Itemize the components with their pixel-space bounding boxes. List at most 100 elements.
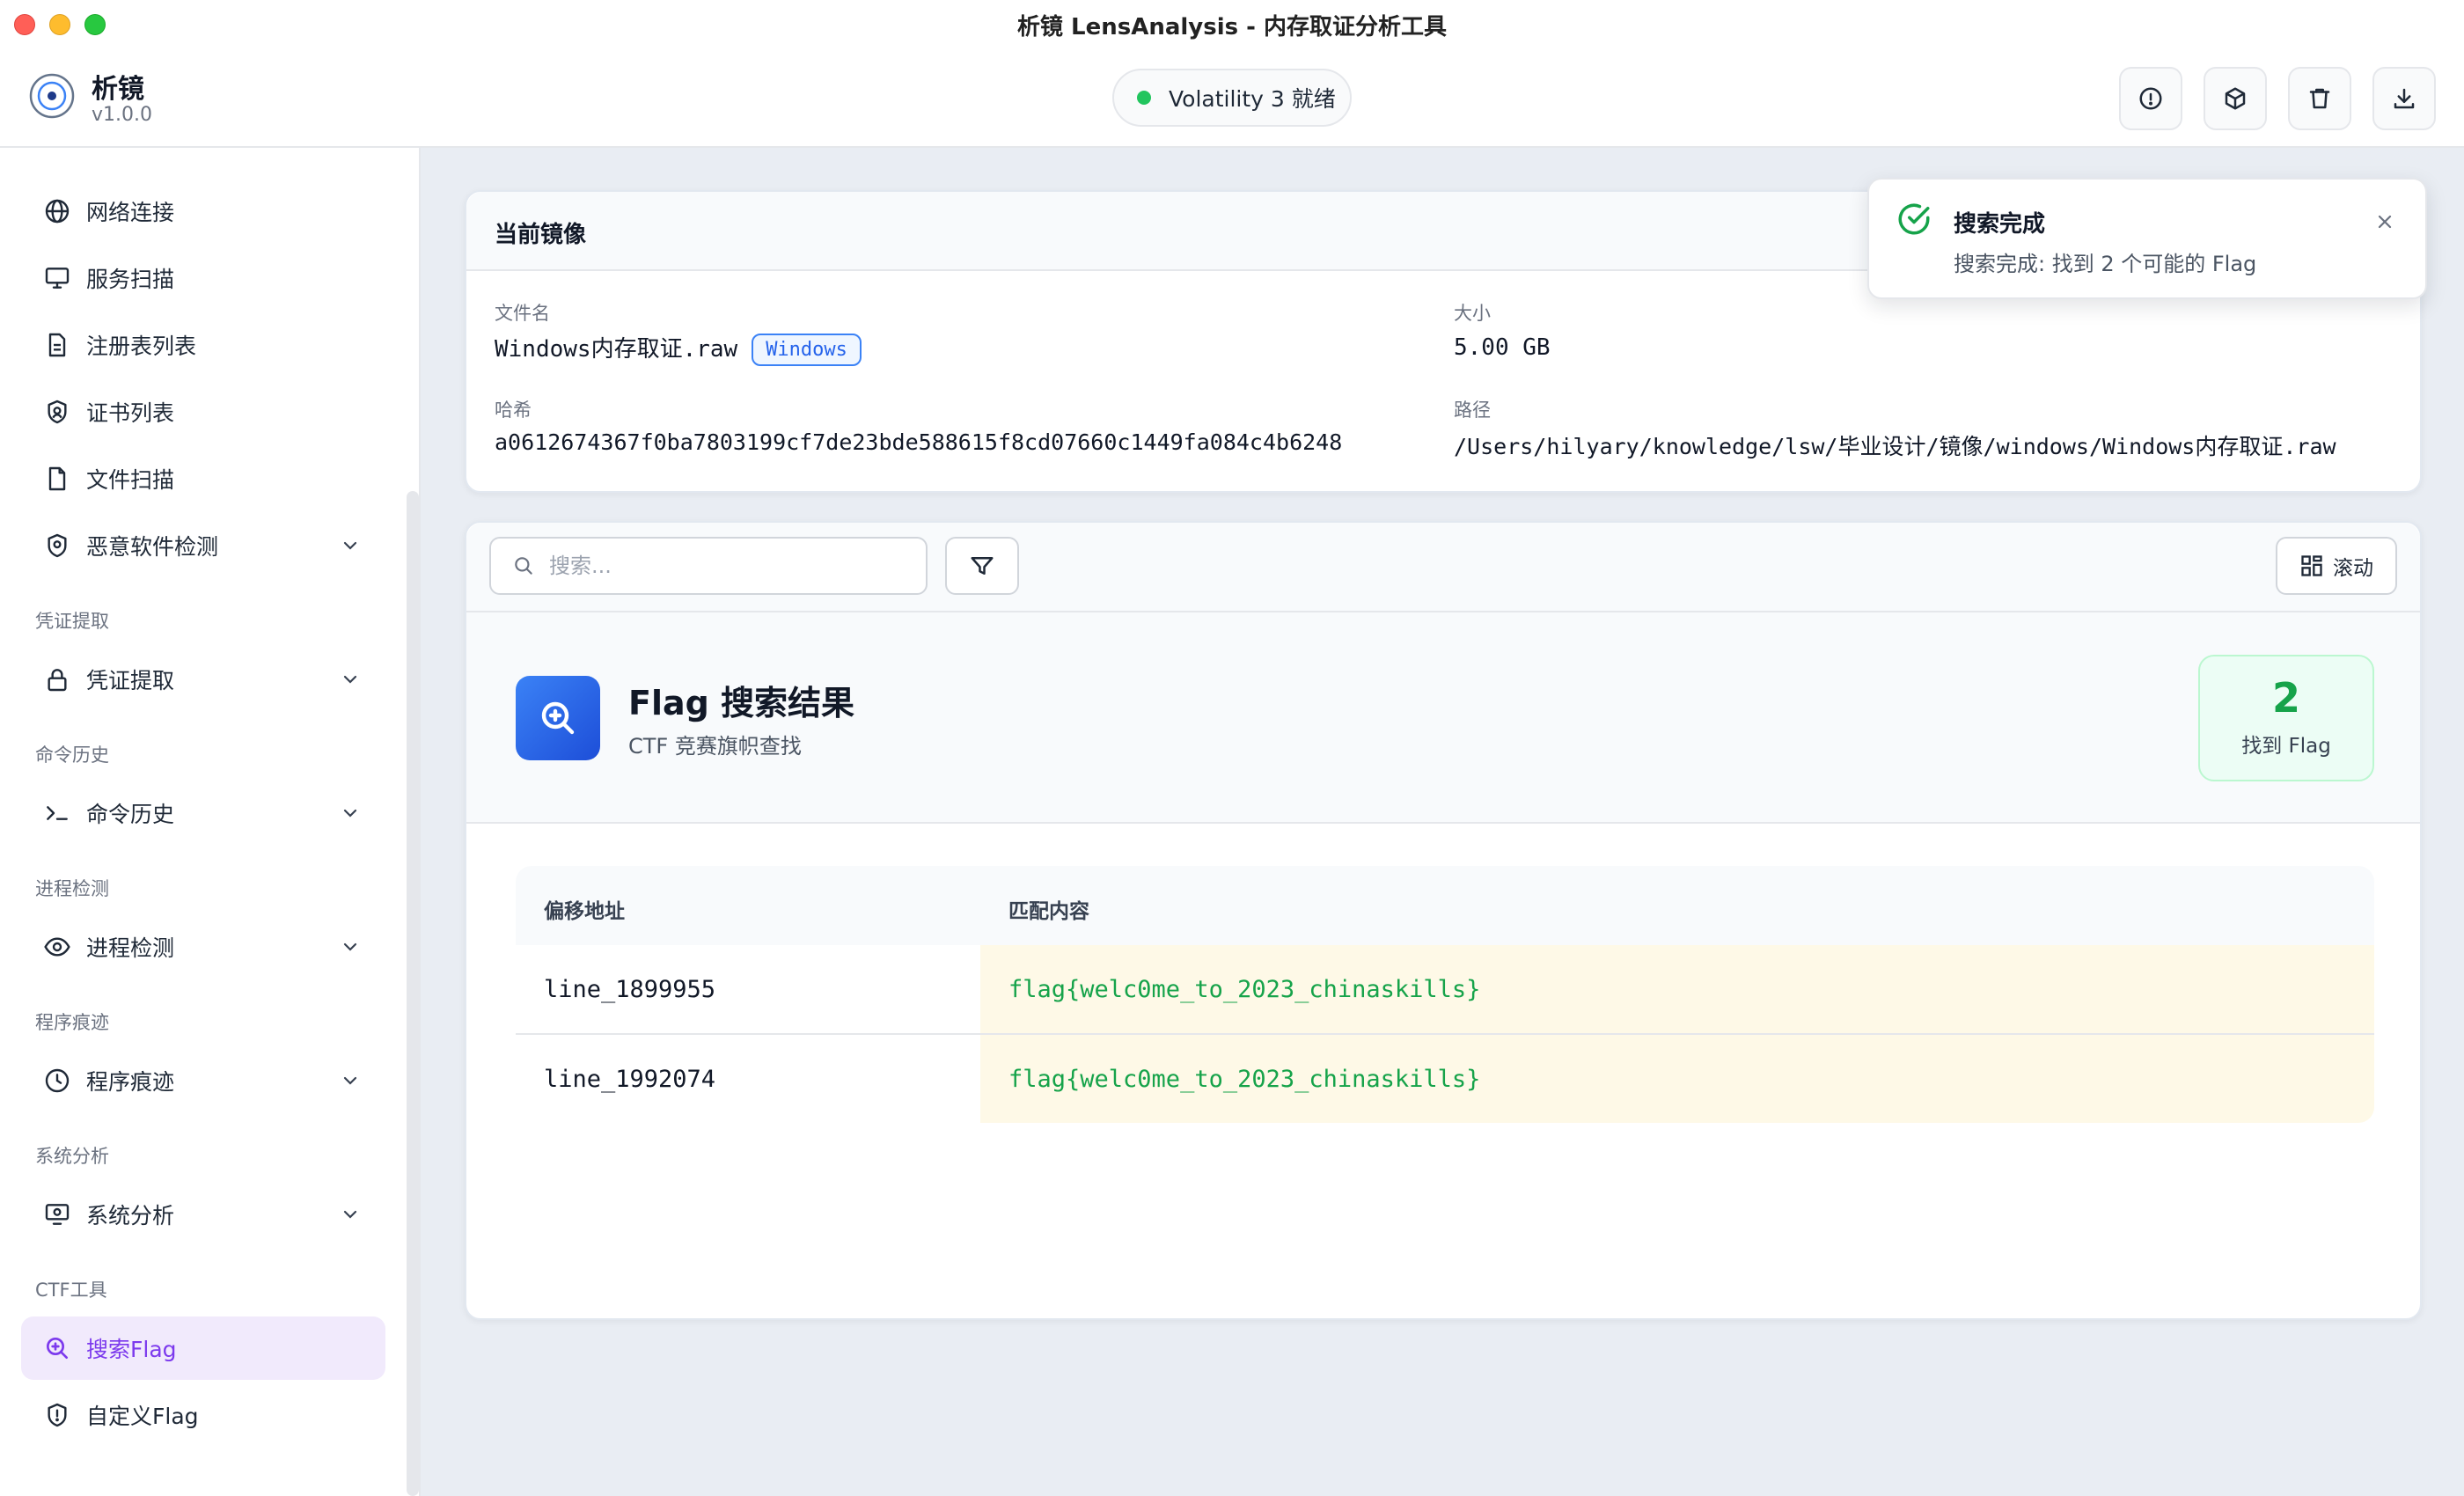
sidebar-item-label: 命令历史 xyxy=(86,802,175,827)
section-title-process: 进程检测 xyxy=(35,878,109,899)
size-label: 大小 xyxy=(1454,303,1491,324)
badge-icon xyxy=(42,397,72,427)
size-value: 5.00 GB xyxy=(1454,334,1551,361)
sidebar-item-credentials[interactable]: 凭证提取 xyxy=(21,648,385,711)
filter-button[interactable] xyxy=(945,537,1019,595)
toast-message: 搜索完成: 找到 2 个可能的 Flag xyxy=(1954,252,2257,276)
shield-icon xyxy=(42,531,72,561)
flag-count-box: 2 找到 Flag xyxy=(2198,655,2374,781)
app-name: 析镜 xyxy=(92,74,144,105)
table-row[interactable]: line_1899955 flag{welc0me_to_2023_chinas… xyxy=(516,945,2374,1033)
file-icon xyxy=(42,464,72,494)
sidebar-item-traces[interactable]: 程序痕迹 xyxy=(21,1049,385,1112)
filename-value: Windows内存取证.raw Windows xyxy=(495,331,862,366)
filename-text: Windows内存取证.raw xyxy=(495,336,738,363)
sidebar-item-label: 文件扫描 xyxy=(86,467,175,493)
package-button[interactable] xyxy=(2204,67,2267,130)
section-title-credentials: 凭证提取 xyxy=(35,611,109,632)
sidebar: 网络连接 服务扫描 注册表列表 证书列表 文件扫描 恶意软件检测 凭证提取 凭证… xyxy=(0,148,421,1496)
monitor-icon xyxy=(42,263,72,293)
path-label: 路径 xyxy=(1454,400,1491,421)
sidebar-item-process[interactable]: 进程检测 xyxy=(21,915,385,979)
sidebar-item-label: 自定义Flag xyxy=(86,1404,199,1429)
flag-results-subtitle: CTF 竞赛旗帜查找 xyxy=(628,734,802,759)
eye-icon xyxy=(42,932,72,962)
flag-results-table: 偏移地址 匹配内容 line_1899955 flag{welc0me_to_2… xyxy=(516,866,2374,1123)
flag-results-title: Flag 搜索结果 xyxy=(628,684,855,722)
sidebar-item-label: 程序痕迹 xyxy=(86,1069,175,1095)
chevron-down-icon xyxy=(343,809,357,818)
chevron-down-icon xyxy=(343,675,357,684)
search-box[interactable] xyxy=(489,537,928,595)
app-version: v1.0.0 xyxy=(92,104,152,126)
sidebar-item-network[interactable]: 网络连接 xyxy=(21,180,385,243)
search-plus-icon xyxy=(42,1333,72,1363)
info-icon xyxy=(2139,87,2162,110)
cube-icon xyxy=(2225,87,2246,110)
sidebar-item-certificates[interactable]: 证书列表 xyxy=(21,380,385,444)
chevron-down-icon xyxy=(343,942,357,951)
sidebar-item-filescan[interactable]: 文件扫描 xyxy=(21,447,385,510)
app-header: 析镜 v1.0.0 Volatility 3 就绪 xyxy=(0,49,2464,148)
section-title-cmd-history: 命令历史 xyxy=(35,744,109,766)
match-cell: flag{welc0me_to_2023_chinaskills} xyxy=(980,945,2374,1033)
os-badge: Windows xyxy=(752,334,862,366)
shield-exclaim-icon xyxy=(42,1400,72,1430)
hash-value: a0612674367f0ba7803199cf7de23bde588615f8… xyxy=(495,429,1343,455)
lock-icon xyxy=(42,664,72,694)
sidebar-item-malware[interactable]: 恶意软件检测 xyxy=(21,514,385,577)
chevron-down-icon xyxy=(343,1210,357,1219)
document-icon xyxy=(42,330,72,360)
sidebar-item-cmd-history[interactable]: 命令历史 xyxy=(21,781,385,845)
hash-label: 哈希 xyxy=(495,400,532,421)
info-button[interactable] xyxy=(2119,67,2182,130)
sidebar-item-services[interactable]: 服务扫描 xyxy=(21,246,385,310)
search-input[interactable] xyxy=(549,554,901,578)
sidebar-item-registry[interactable]: 注册表列表 xyxy=(21,313,385,377)
chevron-down-icon xyxy=(343,1076,357,1085)
sidebar-item-label: 注册表列表 xyxy=(86,334,197,359)
table-header: 偏移地址 匹配内容 xyxy=(516,866,2374,945)
flag-results-header: Flag 搜索结果 CTF 竞赛旗帜查找 2 找到 Flag xyxy=(466,612,2420,824)
sidebar-scrollbar[interactable] xyxy=(407,491,419,1496)
check-circle-icon xyxy=(1898,203,1930,235)
offset-cell: line_1992074 xyxy=(516,1035,980,1123)
search-complete-toast: 搜索完成 搜索完成: 找到 2 个可能的 Flag xyxy=(1867,178,2427,299)
window-titlebar: 析镜 LensAnalysis - 内存取证分析工具 xyxy=(0,0,2464,49)
sidebar-item-label: 进程检测 xyxy=(86,935,175,961)
filter-icon xyxy=(971,557,994,575)
globe-icon xyxy=(42,196,72,226)
path-value: /Users/hilyary/knowledge/lsw/毕业设计/镜像/win… xyxy=(1454,434,2336,459)
terminal-icon xyxy=(42,798,72,828)
export-button[interactable] xyxy=(2372,67,2436,130)
clock-icon xyxy=(42,1066,72,1096)
download-icon xyxy=(2394,88,2415,109)
main-content: 当前镜像 文件名 Windows内存取证.raw Windows 大小 5.00 … xyxy=(421,148,2464,1496)
sidebar-item-label: 搜索Flag xyxy=(86,1337,177,1362)
volatility-status-badge: Volatility 3 就绪 xyxy=(1112,69,1352,127)
sidebar-item-label: 服务扫描 xyxy=(86,267,175,292)
offset-cell: line_1899955 xyxy=(516,945,980,1033)
app-logo-icon xyxy=(28,72,76,120)
flag-search-icon xyxy=(516,676,600,760)
scroll-toggle-button[interactable]: 滚动 xyxy=(2276,537,2397,595)
screen-icon xyxy=(42,1199,72,1229)
section-title-system: 系统分析 xyxy=(35,1146,109,1167)
section-title-ctf: CTF工具 xyxy=(35,1280,107,1301)
sidebar-item-label: 恶意软件检测 xyxy=(86,534,219,560)
sidebar-item-custom-flag[interactable]: 自定义Flag xyxy=(21,1383,385,1447)
column-header-offset: 偏移地址 xyxy=(544,900,625,923)
column-header-match: 匹配内容 xyxy=(1008,900,1089,923)
sidebar-item-label: 凭证提取 xyxy=(86,668,175,693)
grid-icon xyxy=(2301,555,2322,576)
results-toolbar: 滚动 xyxy=(466,523,2420,612)
toast-title: 搜索完成 xyxy=(1954,211,2046,238)
table-row[interactable]: line_1992074 flag{welc0me_to_2023_chinas… xyxy=(516,1035,2374,1123)
scroll-label: 滚动 xyxy=(2333,557,2373,580)
sidebar-item-search-flag[interactable]: 搜索Flag xyxy=(21,1316,385,1380)
close-icon[interactable] xyxy=(2374,211,2395,232)
section-title-traces: 程序痕迹 xyxy=(35,1012,109,1033)
clear-button[interactable] xyxy=(2288,67,2351,130)
filename-label: 文件名 xyxy=(495,303,550,324)
sidebar-item-system[interactable]: 系统分析 xyxy=(21,1183,385,1246)
